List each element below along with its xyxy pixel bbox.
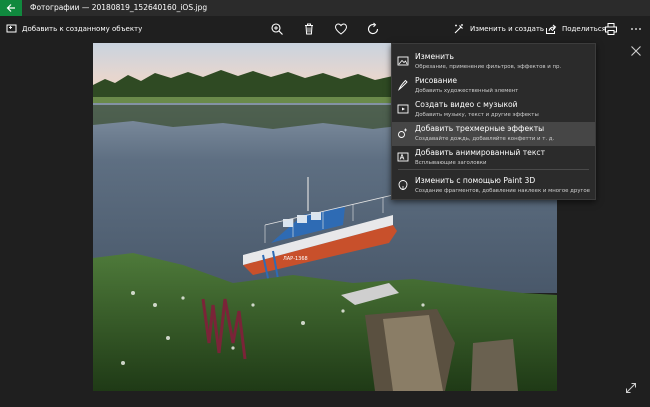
menu-item-subtitle: Обрезание, применение фильтров, эффектов… <box>415 64 562 70</box>
menu-item-create-video[interactable]: Создать видео с музыкой Добавить музыку,… <box>392 98 595 122</box>
add-to-creation-icon <box>6 24 17 33</box>
add-to-creation-button[interactable]: Добавить к созданному объекту <box>6 23 142 34</box>
menu-item-subtitle: Создание фрагментов, добавление наклеек … <box>415 188 590 194</box>
back-arrow-icon <box>6 4 15 12</box>
more-options-icon[interactable] <box>629 22 643 36</box>
paint3d-icon <box>398 180 408 190</box>
image-edit-icon <box>397 56 409 66</box>
print-icon[interactable] <box>604 22 618 36</box>
zoom-icon[interactable] <box>270 22 284 36</box>
rotate-icon[interactable] <box>366 22 380 36</box>
menu-item-subtitle: Всплывающие заголовки <box>415 160 487 166</box>
title-bar: Фотографии — 20180819_152640160_iOS.jpg <box>0 0 650 16</box>
menu-item-subtitle: Создавайте дождь, добавляйте конфетти и … <box>415 136 555 142</box>
edit-create-menu: Изменить Обрезание, применение фильтров,… <box>391 43 596 200</box>
back-button[interactable] <box>0 0 22 16</box>
favorite-heart-icon[interactable] <box>334 22 348 36</box>
menu-item-subtitle: Добавить музыку, текст и другие эффекты <box>415 112 539 118</box>
window-title: Фотографии — 20180819_152640160_iOS.jpg <box>30 3 208 12</box>
effects-3d-icon <box>398 128 407 138</box>
edit-create-button[interactable]: Изменить и создать <box>453 23 556 35</box>
menu-item-title: Изменить <box>415 52 454 61</box>
fullscreen-icon[interactable] <box>625 382 637 394</box>
pen-icon <box>397 79 408 91</box>
delete-icon[interactable] <box>302 22 316 36</box>
menu-item-title: Рисование <box>415 76 458 85</box>
menu-item-title: Создать видео с музыкой <box>415 100 518 109</box>
add-to-creation-label: Добавить к созданному объекту <box>22 24 143 33</box>
menu-separator <box>398 169 589 170</box>
edit-create-label: Изменить и создать <box>470 25 545 33</box>
share-label: Поделиться <box>562 25 606 33</box>
animated-text-icon <box>397 152 409 162</box>
share-button[interactable]: Поделиться <box>545 23 606 35</box>
menu-item-subtitle: Добавить художественный элемент <box>415 88 519 94</box>
menu-item-paint3d[interactable]: Изменить с помощью Paint 3D Создание фра… <box>392 174 595 198</box>
share-icon <box>546 24 557 34</box>
toolbar: Добавить к созданному объекту Изменить и… <box>0 16 650 43</box>
menu-item-edit[interactable]: Изменить Обрезание, применение фильтров,… <box>392 50 595 74</box>
menu-item-draw[interactable]: Рисование Добавить художественный элемен… <box>392 74 595 98</box>
edit-create-icon <box>454 24 463 34</box>
boat-label: ЛАР-1368 <box>283 256 308 262</box>
menu-item-title: Изменить с помощью Paint 3D <box>415 176 536 185</box>
close-icon[interactable] <box>630 45 642 57</box>
video-icon <box>397 104 409 114</box>
menu-item-title: Добавить анимированный текст <box>415 148 546 157</box>
menu-item-title: Добавить трехмерные эффекты <box>415 124 545 133</box>
menu-item-animated-text[interactable]: Добавить анимированный текст Всплывающие… <box>392 146 595 170</box>
menu-item-3d-effects[interactable]: Добавить трехмерные эффекты Создавайте д… <box>392 122 595 146</box>
